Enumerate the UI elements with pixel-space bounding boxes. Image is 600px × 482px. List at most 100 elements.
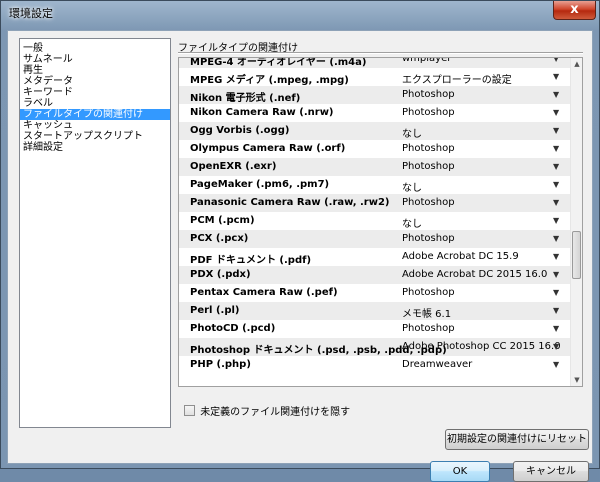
table-row[interactable]: Nikon Camera Raw (.nrw) Photoshop ▼ — [179, 104, 571, 122]
table-row[interactable]: PhotoCD (.pcd) Photoshop ▼ — [179, 320, 571, 338]
dropdown-arrow-icon[interactable]: ▼ — [553, 90, 559, 99]
application-select[interactable]: Photoshop — [402, 143, 455, 154]
table-row[interactable]: PCM (.pcm) なし ▼ — [179, 212, 571, 230]
application-select[interactable]: なし — [402, 215, 422, 230]
dropdown-arrow-icon[interactable]: ▼ — [553, 108, 559, 117]
scroll-down-icon[interactable]: ▼ — [571, 374, 582, 386]
application-select[interactable]: Dreamweaver — [402, 359, 472, 370]
file-type-label: MPEG メディア (.mpeg, .mpg) — [190, 75, 349, 86]
sidebar-item[interactable]: ファイルタイプの関連付け — [20, 109, 170, 120]
application-select[interactable]: Photoshop — [402, 197, 455, 208]
application-select[interactable]: Photoshop — [402, 233, 455, 244]
dropdown-arrow-icon[interactable]: ▼ — [553, 198, 559, 207]
application-select[interactable]: Photoshop — [402, 287, 455, 298]
preferences-dialog: 環境設定 x 一般 サムネール 再生 メタデータ キーワード ラベル ファイルタイプの関連付… — [0, 0, 600, 482]
reset-associations-button[interactable]: 初期設定の関連付けにリセット — [445, 429, 589, 450]
sidebar-item[interactable]: メタデータ — [20, 76, 170, 87]
association-rows: MPEG-4 オーディオレイヤー (.m4a) wmplayer ▼ MPEG メディ… — [179, 58, 571, 374]
application-select[interactable]: なし — [402, 125, 422, 140]
file-type-label: PhotoCD (.pcd) — [190, 323, 276, 334]
dropdown-arrow-icon[interactable]: ▼ — [553, 58, 559, 63]
dropdown-arrow-icon[interactable]: ▼ — [553, 360, 559, 369]
dropdown-arrow-icon[interactable]: ▼ — [553, 270, 559, 279]
vertical-scrollbar[interactable]: ▲ ▼ — [570, 58, 582, 386]
file-type-label: Nikon 電子形式 (.nef) — [190, 93, 301, 104]
file-association-table: MPEG-4 オーディオレイヤー (.m4a) wmplayer ▼ MPEG メディ… — [178, 57, 583, 387]
dropdown-arrow-icon[interactable]: ▼ — [553, 252, 559, 261]
file-type-label: PageMaker (.pm6, .pm7) — [190, 179, 330, 190]
close-button[interactable]: x — [553, 1, 596, 20]
close-icon: x — [570, 2, 579, 17]
file-type-label: Olympus Camera Raw (.orf) — [190, 143, 346, 154]
dropdown-arrow-icon[interactable]: ▼ — [553, 216, 559, 225]
sidebar-item[interactable]: キーワード — [20, 87, 170, 98]
table-row[interactable]: Ogg Vorbis (.ogg) なし ▼ — [179, 122, 571, 140]
file-type-label: PHP (.php) — [190, 359, 251, 370]
ok-button[interactable]: OK — [430, 461, 490, 482]
dialog-client-area: 一般 サムネール 再生 メタデータ キーワード ラベル ファイルタイプの関連付け キャッシュス… — [7, 30, 593, 482]
dropdown-arrow-icon[interactable]: ▼ — [553, 180, 559, 189]
hide-undefined-option[interactable]: 未定義のファイル関連付けを隠す — [184, 403, 351, 418]
file-type-label: PCM (.pcm) — [190, 215, 255, 226]
table-row[interactable]: PDF ドキュメント (.pdf) Adobe Acrobat DC 15.9 ▼ — [179, 248, 571, 266]
file-type-label: Perl (.pl) — [190, 305, 240, 316]
sidebar-item[interactable]: キャッシュ — [20, 120, 170, 131]
dropdown-arrow-icon[interactable]: ▼ — [553, 72, 559, 81]
dropdown-arrow-icon[interactable]: ▼ — [553, 288, 559, 297]
application-select[interactable]: Photoshop — [402, 161, 455, 172]
table-row[interactable]: OpenEXR (.exr) Photoshop ▼ — [179, 158, 571, 176]
dropdown-arrow-icon[interactable]: ▼ — [553, 342, 559, 351]
dropdown-arrow-icon[interactable]: ▼ — [553, 324, 559, 333]
window-title: 環境設定 — [9, 7, 53, 20]
table-row[interactable]: PageMaker (.pm6, .pm7) なし ▼ — [179, 176, 571, 194]
dropdown-arrow-icon[interactable]: ▼ — [553, 306, 559, 315]
table-row[interactable]: Olympus Camera Raw (.orf) Photoshop ▼ — [179, 140, 571, 158]
sidebar-item[interactable]: ラベル — [20, 98, 170, 109]
application-select[interactable]: wmplayer — [402, 58, 451, 64]
sidebar-item[interactable]: 再生 — [20, 65, 170, 76]
category-list[interactable]: 一般 サムネール 再生 メタデータ キーワード ラベル ファイルタイプの関連付け キャッシュス… — [19, 38, 171, 428]
hide-undefined-label: 未定義のファイル関連付けを隠す — [200, 407, 351, 418]
dropdown-arrow-icon[interactable]: ▼ — [553, 234, 559, 243]
file-type-label: Ogg Vorbis (.ogg) — [190, 125, 290, 136]
sidebar-item[interactable]: 一般 — [20, 43, 170, 54]
scroll-thumb[interactable] — [572, 231, 581, 279]
file-type-label: Pentax Camera Raw (.pef) — [190, 287, 338, 298]
sidebar-item[interactable]: サムネール — [20, 54, 170, 65]
title-bar[interactable]: 環境設定 x — [1, 1, 600, 23]
section-divider — [178, 52, 583, 54]
application-select[interactable]: Photoshop — [402, 107, 455, 118]
sidebar-item[interactable]: 詳細設定 — [20, 142, 170, 153]
file-type-label: PDX (.pdx) — [190, 269, 251, 280]
sidebar-item[interactable]: スタートアップスクリプト — [20, 131, 170, 142]
dropdown-arrow-icon[interactable]: ▼ — [553, 162, 559, 171]
application-select[interactable]: Adobe Photoshop CC 2015 16.0 — [402, 341, 561, 352]
application-select[interactable]: メモ帳 6.1 — [402, 305, 451, 320]
category-items: 一般 サムネール 再生 メタデータ キーワード ラベル ファイルタイプの関連付け キャッシュス… — [20, 39, 170, 153]
table-row[interactable]: Pentax Camera Raw (.pef) Photoshop ▼ — [179, 284, 571, 302]
application-select[interactable]: Adobe Acrobat DC 15.9 — [402, 251, 519, 262]
table-row[interactable]: Photoshop ドキュメント (.psd, .psb, .pdd, .pdp… — [179, 338, 571, 356]
application-select[interactable]: Photoshop — [402, 89, 455, 100]
table-row[interactable]: Panasonic Camera Raw (.raw, .rw2) Photosh… — [179, 194, 571, 212]
hide-undefined-checkbox[interactable] — [184, 405, 195, 416]
application-select[interactable]: Photoshop — [402, 323, 455, 334]
cancel-button[interactable]: キャンセル — [513, 461, 589, 482]
table-row[interactable]: MPEG-4 オーディオレイヤー (.m4a) wmplayer ▼ — [179, 58, 571, 68]
file-type-label: PCX (.pcx) — [190, 233, 249, 244]
file-type-label: PDF ドキュメント (.pdf) — [190, 255, 312, 266]
table-row[interactable]: PDX (.pdx) Adobe Acrobat DC 2015 16.0 ▼ — [179, 266, 571, 284]
table-row[interactable]: Perl (.pl) メモ帳 6.1 ▼ — [179, 302, 571, 320]
dropdown-arrow-icon[interactable]: ▼ — [553, 126, 559, 135]
table-row[interactable]: PHP (.php) Dreamweaver ▼ — [179, 356, 571, 374]
scroll-up-icon[interactable]: ▲ — [571, 58, 582, 70]
application-select[interactable]: なし — [402, 179, 422, 194]
file-type-label: OpenEXR (.exr) — [190, 161, 277, 172]
dropdown-arrow-icon[interactable]: ▼ — [553, 144, 559, 153]
application-select[interactable]: Adobe Acrobat DC 2015 16.0 — [402, 269, 547, 280]
table-row[interactable]: PCX (.pcx) Photoshop ▼ — [179, 230, 571, 248]
file-type-label: Panasonic Camera Raw (.raw, .rw2) — [190, 197, 390, 208]
application-select[interactable]: エクスプローラーの設定 — [402, 71, 512, 86]
table-row[interactable]: Nikon 電子形式 (.nef) Photoshop ▼ — [179, 86, 571, 104]
table-row[interactable]: MPEG メディア (.mpeg, .mpg) エクスプローラーの設定 ▼ — [179, 68, 571, 86]
